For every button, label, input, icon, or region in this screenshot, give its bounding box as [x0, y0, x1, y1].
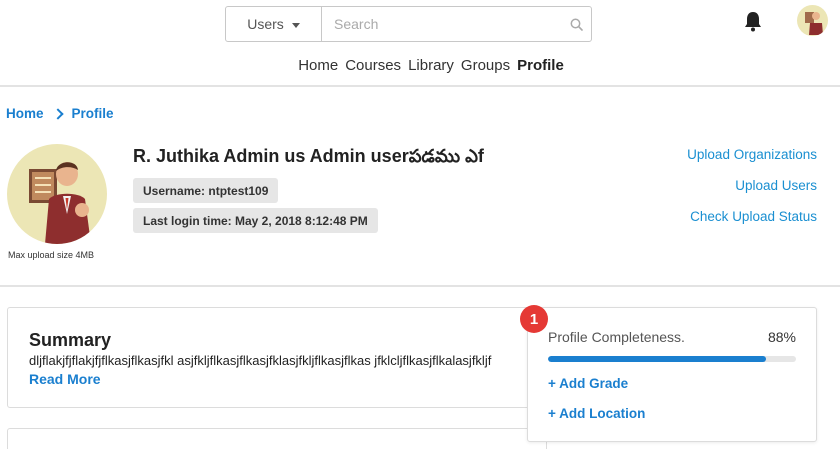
completeness-label: Profile Completeness.: [548, 329, 685, 345]
upload-organizations-link[interactable]: Upload Organizations: [687, 146, 817, 163]
bell-icon[interactable]: [742, 10, 764, 32]
summary-title: Summary: [29, 330, 112, 350]
summary-card: Summary dljflakjfjflakjfjflkasjflkasjfkl…: [7, 307, 547, 408]
chevron-right-icon: [51, 108, 64, 120]
breadcrumb: Home Profile: [6, 106, 114, 121]
nav-groups[interactable]: Groups: [461, 57, 510, 74]
completeness-progress-fill: [548, 356, 767, 362]
username-chip: Username: ntptest109: [133, 178, 279, 203]
add-location-link[interactable]: + Add Location: [548, 406, 645, 421]
add-grade-link[interactable]: + Add Grade: [548, 376, 628, 391]
caret-down-icon: [291, 22, 300, 28]
completeness-percent: 88%: [767, 329, 796, 345]
main-nav: Home Courses Library Groups Profile: [0, 57, 840, 74]
nav-home[interactable]: Home: [298, 57, 338, 74]
read-more-link[interactable]: Read More: [29, 371, 101, 387]
breadcrumb-profile[interactable]: Profile: [72, 106, 114, 121]
search-input[interactable]: [322, 7, 561, 41]
search-icon[interactable]: [561, 7, 591, 41]
top-header: Users Home Courses Library Groups Profil…: [0, 0, 840, 87]
step-badge: 1: [520, 305, 548, 333]
breadcrumb-home[interactable]: Home: [6, 106, 44, 121]
check-upload-status-link[interactable]: Check Upload Status: [687, 208, 817, 225]
summary-text: dljflakjfjflakjfjflkasjflkasjfkl asjfklj…: [29, 353, 492, 368]
last-login-chip: Last login time: May 2, 2018 8:12:48 PM: [133, 208, 378, 233]
admin-actions: Upload Organizations Upload Users Check …: [687, 146, 817, 239]
secondary-card: [7, 428, 547, 449]
profile-avatar[interactable]: [7, 144, 107, 244]
completeness-progress-bar: [548, 356, 796, 362]
search-scope-dropdown[interactable]: Users: [226, 7, 322, 41]
upload-size-note: Max upload size 4MB: [8, 250, 95, 260]
upload-users-link[interactable]: Upload Users: [687, 177, 817, 194]
search-bar: Users: [225, 6, 592, 42]
nav-courses[interactable]: Courses: [345, 57, 401, 74]
section-divider: [0, 285, 840, 287]
profile-completeness-card: Profile Completeness. 88% + Add Grade + …: [527, 307, 817, 442]
search-scope-label: Users: [247, 16, 284, 32]
user-avatar[interactable]: [797, 5, 828, 36]
profile-name: R. Juthika Admin us Admin userపడము ఎf: [133, 146, 484, 166]
nav-profile[interactable]: Profile: [517, 57, 564, 74]
nav-library[interactable]: Library: [408, 57, 454, 74]
